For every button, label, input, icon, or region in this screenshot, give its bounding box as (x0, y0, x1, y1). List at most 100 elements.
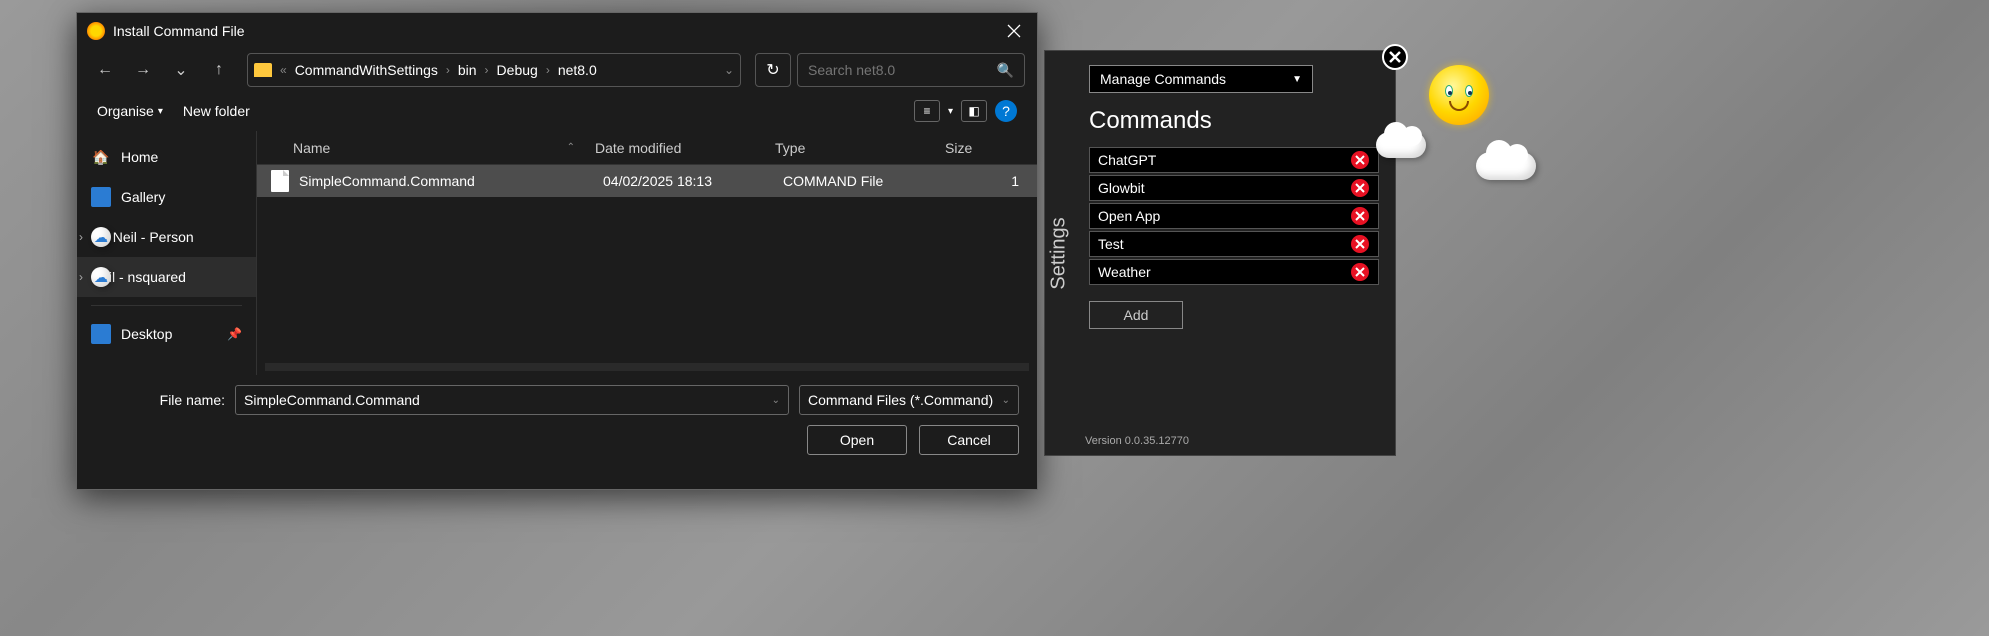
filename-value: SimpleCommand.Command (244, 392, 420, 408)
settings-tab[interactable]: Settings (1045, 51, 1073, 455)
sidebar-label: Desktop (121, 326, 172, 342)
delete-command-button[interactable] (1350, 262, 1370, 282)
column-type[interactable]: Type (775, 140, 935, 156)
sidebar-label: Gallery (121, 189, 165, 205)
chevron-down-icon: ⌄ (1002, 395, 1010, 406)
sun-widget[interactable] (1420, 56, 1498, 134)
crumb-overflow: « (280, 63, 287, 77)
search-input[interactable] (808, 62, 997, 78)
app-icon (87, 22, 105, 40)
home-icon: 🏠 (91, 147, 111, 167)
chevron-right-icon[interactable]: › (79, 270, 83, 284)
delete-command-button[interactable] (1350, 234, 1370, 254)
chevron-down-icon[interactable]: ⌄ (772, 395, 780, 406)
command-item[interactable]: ChatGPT (1089, 147, 1379, 173)
sidebar-label: Home (121, 149, 158, 165)
breadcrumb-bar[interactable]: « CommandWithSettings › bin › Debug › ne… (247, 53, 741, 87)
chevron-down-icon: ▼ (1292, 74, 1302, 85)
command-item[interactable]: Test (1089, 231, 1379, 257)
commands-header: Commands (1089, 107, 1379, 135)
cloud-icon (1376, 132, 1426, 158)
file-name: SimpleCommand.Command (299, 173, 603, 189)
sidebar-item-personal[interactable]: › ☁ Dr. Neil - Person (77, 217, 256, 257)
up-button[interactable]: ↑ (203, 54, 235, 86)
settings-tab-label: Settings (1048, 217, 1071, 289)
delete-command-button[interactable] (1350, 206, 1370, 226)
nav-row: ← → ⌄ ↑ « CommandWithSettings › bin › De… (77, 49, 1037, 91)
filename-input[interactable]: SimpleCommand.Command ⌄ (235, 385, 789, 415)
new-folder-label: New folder (183, 103, 250, 119)
column-header-row: Name ⌃ Date modified Type Size (257, 131, 1037, 165)
command-item[interactable]: Open App (1089, 203, 1379, 229)
command-label: Glowbit (1098, 180, 1145, 196)
window-title: Install Command File (113, 23, 245, 39)
crumb-3[interactable]: net8.0 (554, 60, 601, 80)
sort-indicator-icon: ⌃ (567, 142, 575, 153)
titlebar: Install Command File (77, 13, 1037, 49)
chevron-right-icon: › (485, 63, 489, 77)
manage-commands-select[interactable]: Manage Commands ▼ (1089, 65, 1313, 93)
file-type: COMMAND File (783, 173, 943, 189)
crumb-2[interactable]: Debug (493, 60, 542, 80)
horizontal-scrollbar[interactable] (265, 363, 1029, 371)
file-filter-select[interactable]: Command Files (*.Command) ⌄ (799, 385, 1019, 415)
body-area: 🏠 Home Gallery › ☁ Dr. Neil - Person › ☁… (77, 131, 1037, 375)
new-folder-button[interactable]: New folder (183, 103, 250, 119)
organise-label: Organise (97, 103, 154, 119)
recent-dropdown[interactable]: ⌄ (165, 54, 197, 86)
column-date[interactable]: Date modified (595, 140, 775, 156)
version-label: Version 0.0.35.12770 (1085, 435, 1189, 447)
chevron-down-icon[interactable]: ⌄ (724, 63, 734, 77)
forward-button[interactable]: → (127, 54, 159, 86)
organise-menu[interactable]: Organise ▾ (97, 103, 163, 119)
file-size: 1 (943, 173, 1029, 189)
toolbar: Organise ▾ New folder ≡ ▾ ◧ ? (77, 91, 1037, 131)
command-item[interactable]: Weather (1089, 259, 1379, 285)
cancel-button[interactable]: Cancel (919, 425, 1019, 455)
command-label: Weather (1098, 264, 1151, 280)
sidebar-item-gallery[interactable]: Gallery (77, 177, 256, 217)
add-command-button[interactable]: Add (1089, 301, 1183, 329)
close-settings-button[interactable] (1381, 43, 1409, 71)
chevron-down-icon: ▾ (158, 106, 163, 117)
crumb-0[interactable]: CommandWithSettings (291, 60, 442, 80)
file-date: 04/02/2025 18:13 (603, 173, 783, 189)
crumb-1[interactable]: bin (454, 60, 481, 80)
delete-command-button[interactable] (1350, 178, 1370, 198)
command-label: ChatGPT (1098, 152, 1156, 168)
chevron-right-icon: › (546, 63, 550, 77)
pin-icon[interactable]: 📌 (227, 327, 242, 341)
file-icon (271, 170, 289, 192)
view-mode-button[interactable]: ≡ (914, 100, 940, 122)
cloud-icon (1476, 152, 1536, 180)
column-name[interactable]: Name ⌃ (265, 140, 595, 156)
delete-command-button[interactable] (1350, 150, 1370, 170)
sidebar-item-desktop[interactable]: Desktop 📌 (77, 314, 256, 354)
dialog-footer: File name: SimpleCommand.Command ⌄ Comma… (77, 375, 1037, 465)
file-open-dialog: Install Command File ← → ⌄ ↑ « CommandWi… (76, 12, 1038, 490)
refresh-button[interactable]: ↻ (755, 53, 791, 87)
open-button[interactable]: Open (807, 425, 907, 455)
back-button[interactable]: ← (89, 54, 121, 86)
chevron-right-icon: › (446, 63, 450, 77)
cloud-icon: ☁ (91, 227, 111, 247)
commands-list: ChatGPT Glowbit Open App Test Weather (1089, 147, 1379, 285)
manage-label: Manage Commands (1100, 71, 1226, 87)
close-button[interactable] (991, 13, 1037, 49)
filename-label: File name: (95, 392, 225, 408)
command-label: Test (1098, 236, 1124, 252)
file-row[interactable]: SimpleCommand.Command 04/02/2025 18:13 C… (257, 165, 1037, 197)
cloud-icon: ☁ (91, 267, 111, 287)
command-item[interactable]: Glowbit (1089, 175, 1379, 201)
nav-sidebar: 🏠 Home Gallery › ☁ Dr. Neil - Person › ☁… (77, 131, 257, 375)
folder-icon (254, 63, 272, 77)
sidebar-item-home[interactable]: 🏠 Home (77, 137, 256, 177)
sidebar-item-nsquared[interactable]: › ☁ Neil - nsquared (77, 257, 256, 297)
preview-pane-button[interactable]: ◧ (961, 100, 987, 122)
search-box[interactable]: 🔍 (797, 53, 1025, 87)
column-size[interactable]: Size (935, 140, 1029, 156)
file-list-area: Name ⌃ Date modified Type Size SimpleCom… (257, 131, 1037, 375)
chevron-right-icon[interactable]: › (79, 230, 83, 244)
chevron-down-icon[interactable]: ▾ (948, 106, 953, 117)
help-button[interactable]: ? (995, 100, 1017, 122)
